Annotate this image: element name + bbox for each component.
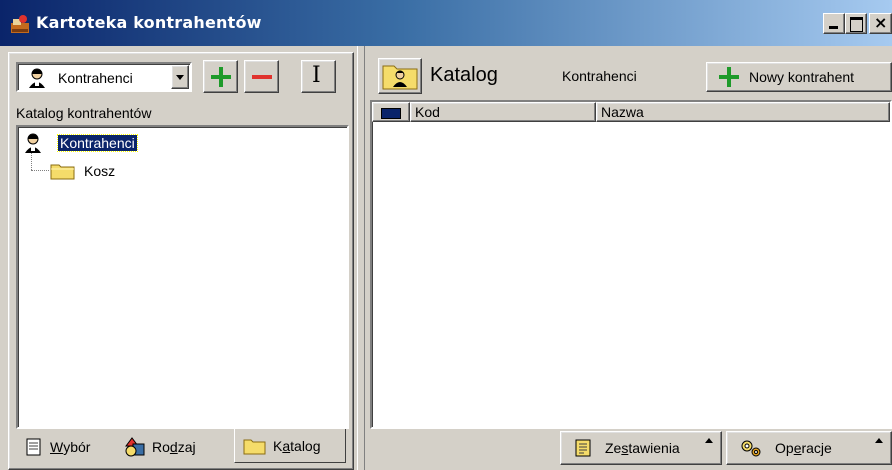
tab-rodzaj[interactable]: Ro d zaj — [124, 431, 196, 463]
left-tabs: Wybór Ro d zaj Ka talog — [16, 429, 349, 467]
column-header-nazwa[interactable]: Nazwa — [596, 102, 890, 122]
catalog-tree[interactable]: Kontrahenci Kosz — [16, 125, 349, 429]
operations-button[interactable]: Op e racje — [726, 431, 892, 465]
tab-wybor[interactable]: Wybór — [24, 431, 90, 463]
panel-title: Katalog — [430, 64, 498, 86]
document-icon — [26, 438, 41, 456]
folder-icon — [50, 164, 75, 180]
plus-icon — [719, 66, 741, 88]
catalog-type-value: Kontrahenci — [58, 70, 133, 86]
window-title: Kartoteka kontrahentów — [36, 13, 262, 32]
tree-node-label: Kontrahenci — [57, 134, 138, 152]
close-icon: × — [874, 13, 888, 32]
rename-folder-button[interactable]: I — [301, 60, 336, 93]
tree-connector — [31, 153, 32, 170]
table-header: Kod Nazwa — [372, 102, 890, 122]
report-icon — [575, 439, 591, 457]
column-header-kod[interactable]: Kod — [410, 102, 596, 122]
gears-icon — [741, 440, 761, 457]
minimize-button[interactable] — [823, 13, 845, 34]
person-icon — [25, 133, 41, 153]
person-icon — [29, 68, 45, 88]
minus-icon — [252, 75, 272, 79]
select-all-header[interactable] — [372, 102, 410, 122]
tab-katalog[interactable]: Ka talog — [234, 429, 346, 463]
text-cursor-icon: I — [312, 63, 321, 88]
maximize-button[interactable] — [845, 13, 867, 34]
catalog-label: Katalog kontrahentów — [16, 105, 152, 121]
panel-subtitle: Kontrahenci — [562, 68, 637, 84]
tree-node-label: Kosz — [84, 163, 116, 179]
tree-node-root[interactable]: Kontrahenci — [22, 133, 138, 156]
contractors-table[interactable]: Kod Nazwa — [370, 100, 892, 429]
close-button[interactable]: × — [869, 13, 892, 34]
reports-button[interactable]: Ze s tawienia — [560, 431, 722, 465]
shapes-icon — [125, 437, 145, 457]
caret-up-icon — [705, 438, 713, 443]
app-icon — [11, 15, 29, 33]
caret-up-icon — [875, 438, 883, 443]
bottom-toolbar: Ze s tawienia Op e racje — [370, 429, 892, 470]
add-folder-button[interactable] — [203, 60, 238, 93]
remove-folder-button[interactable] — [244, 60, 279, 93]
chevron-down-icon[interactable] — [171, 65, 189, 89]
person-folder-icon — [382, 65, 418, 90]
tree-node-child[interactable]: Kosz — [50, 161, 115, 184]
tree-connector — [31, 170, 49, 171]
folder-icon — [243, 439, 266, 454]
app-window: Kartoteka kontrahentów × Kontrahenci I K… — [0, 0, 892, 470]
new-contractor-button[interactable]: Nowy kontrahent — [706, 62, 892, 92]
catalog-type-select[interactable]: Kontrahenci — [16, 62, 192, 92]
title-bar[interactable]: Kartoteka kontrahentów × — [0, 0, 892, 46]
pane-splitter[interactable] — [357, 46, 365, 470]
catalog-toggle-button[interactable] — [378, 58, 422, 94]
